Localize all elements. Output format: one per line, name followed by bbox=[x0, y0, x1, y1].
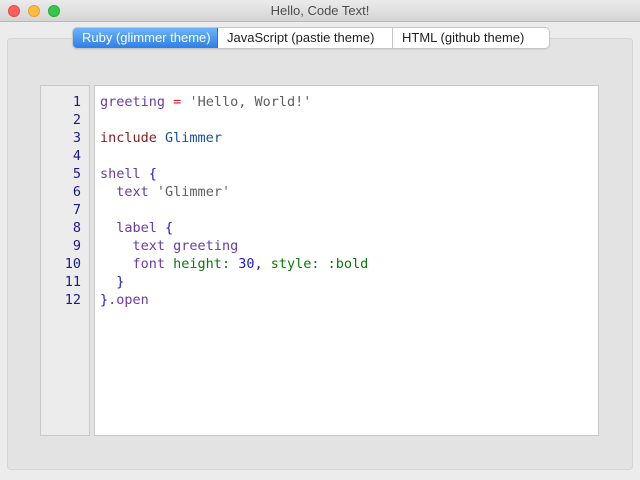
code-line: }.open bbox=[100, 291, 149, 309]
code-line: } bbox=[100, 273, 124, 291]
code-token: include bbox=[100, 130, 157, 146]
code-line: font height: 30, style: :bold bbox=[100, 255, 369, 273]
code-token: greeting bbox=[173, 238, 239, 254]
code-editor[interactable]: greeting = 'Hello, World!' include Glimme… bbox=[94, 85, 599, 436]
code-line: include Glimmer bbox=[100, 129, 222, 147]
code-token: { bbox=[148, 166, 157, 182]
code-token: font bbox=[132, 256, 166, 272]
window-title: Hello, Code Text! bbox=[270, 3, 370, 18]
code-token: greeting bbox=[100, 94, 166, 110]
line-number: 2 bbox=[72, 112, 81, 128]
code-line: text 'Glimmer' bbox=[100, 183, 230, 201]
line-number: 10 bbox=[64, 256, 81, 272]
code-token: , bbox=[254, 256, 271, 272]
line-number: 1 bbox=[72, 94, 81, 110]
code-token: height: bbox=[173, 256, 231, 272]
tab-javascript[interactable]: JavaScript (pastie theme) bbox=[218, 28, 393, 48]
line-number: 4 bbox=[72, 148, 81, 164]
line-number: 11 bbox=[64, 274, 81, 290]
line-number: 5 bbox=[72, 166, 81, 182]
line-number-gutter: 1 2 3 4 5 6 7 8 9 10 11 12 bbox=[40, 85, 90, 436]
code-token: 30 bbox=[238, 256, 255, 272]
code-token: text bbox=[132, 238, 166, 254]
line-number: 3 bbox=[72, 130, 81, 146]
line-number: 9 bbox=[72, 238, 81, 254]
line-number: 7 bbox=[72, 202, 81, 218]
code-token: 'Glimmer' bbox=[156, 184, 231, 200]
code-token: label bbox=[116, 220, 157, 236]
code-token: } bbox=[116, 274, 125, 290]
code-token: text bbox=[116, 184, 149, 200]
title-bar: Hello, Code Text! bbox=[0, 0, 640, 22]
code-token: { bbox=[165, 220, 174, 236]
line-number: 8 bbox=[72, 220, 81, 236]
tab-ruby[interactable]: Ruby (glimmer theme) bbox=[73, 28, 218, 48]
code-token: } bbox=[100, 292, 109, 308]
code-line: greeting = 'Hello, World!' bbox=[100, 93, 311, 111]
app-window: Hello, Code Text! Ruby (glimmer theme) J… bbox=[0, 0, 640, 480]
code-token: :bold bbox=[327, 256, 369, 272]
code-token: .open bbox=[108, 292, 149, 308]
code-line: text greeting bbox=[100, 237, 239, 255]
tab-html[interactable]: HTML (github theme) bbox=[393, 28, 549, 48]
line-number: 12 bbox=[64, 292, 81, 308]
code-token: 'Hello, World!' bbox=[189, 94, 312, 110]
code-token: style: bbox=[270, 256, 320, 272]
line-number: 6 bbox=[72, 184, 81, 200]
code-line: shell { bbox=[100, 165, 157, 183]
code-token: Glimmer bbox=[165, 130, 222, 146]
code-token: shell bbox=[100, 166, 141, 182]
code-line: label { bbox=[100, 219, 173, 237]
tab-bar: Ruby (glimmer theme) JavaScript (pastie … bbox=[72, 27, 550, 49]
